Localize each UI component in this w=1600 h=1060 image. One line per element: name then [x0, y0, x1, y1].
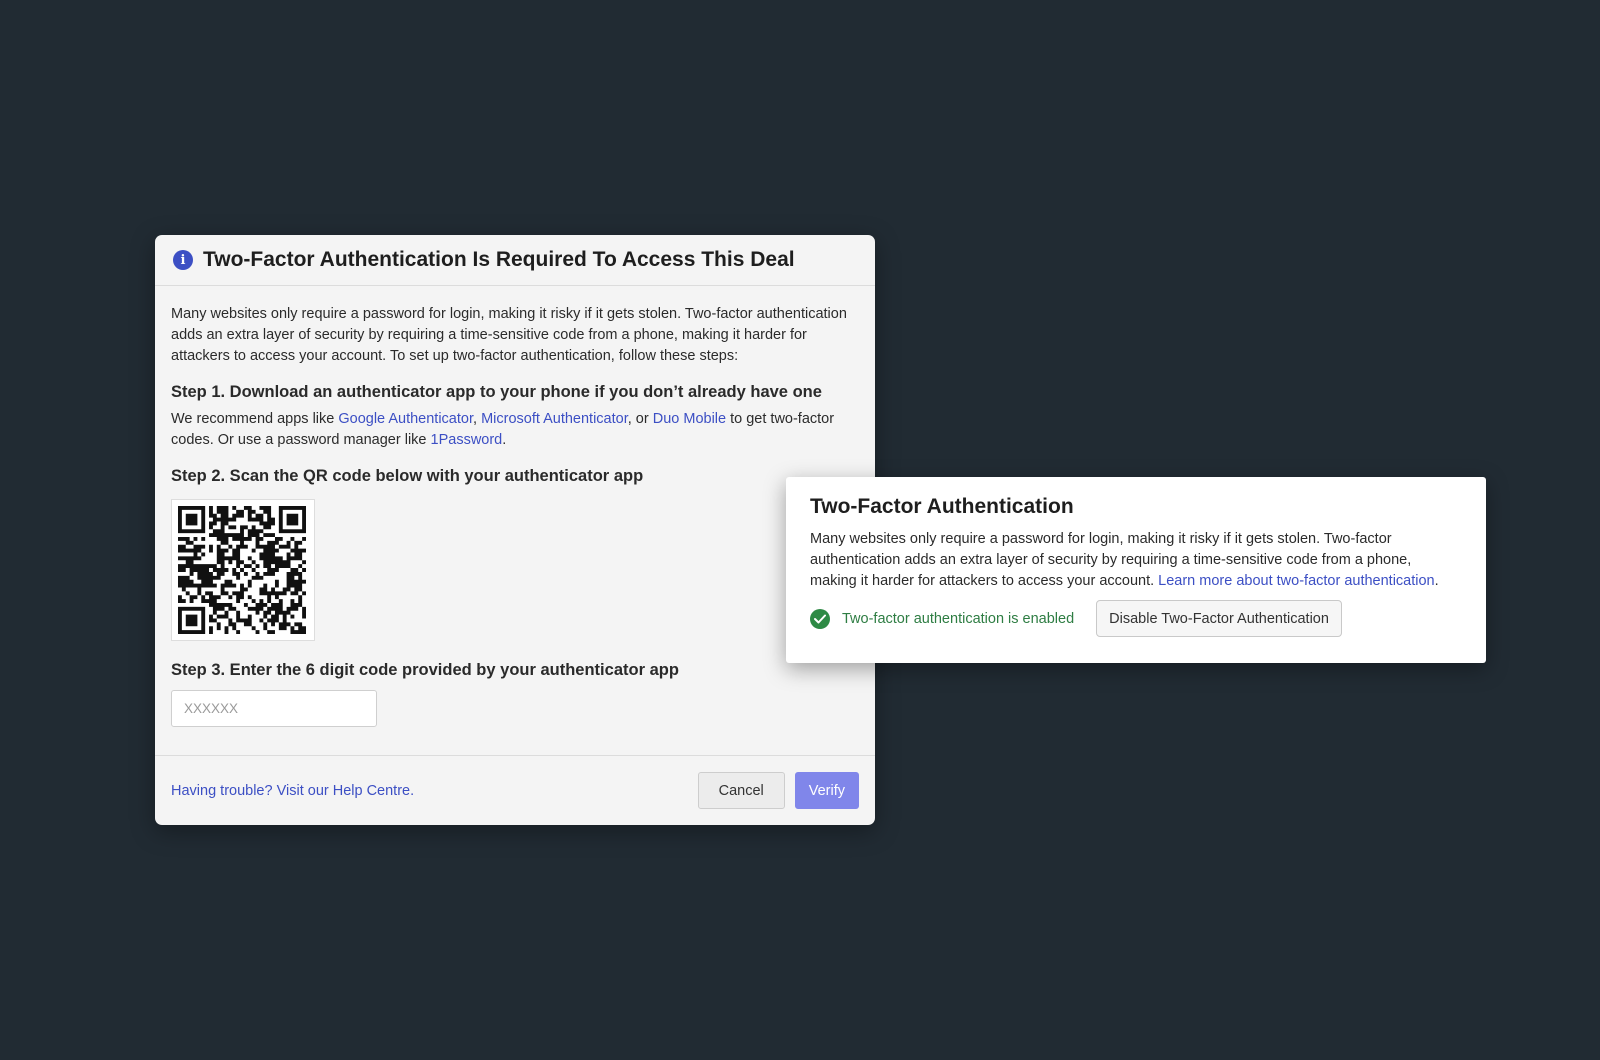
- modal-title: Two-Factor Authentication Is Required To…: [203, 248, 795, 271]
- step-1-text: We recommend apps like Google Authentica…: [171, 409, 859, 451]
- disable-two-factor-button[interactable]: Disable Two-Factor Authentication: [1096, 600, 1342, 637]
- status-text: Two-factor authentication is enabled: [842, 610, 1075, 627]
- step-2-heading: Step 2. Scan the QR code below with your…: [171, 467, 644, 485]
- microsoft-authenticator-link[interactable]: Microsoft Authenticator: [481, 411, 628, 427]
- two-factor-required-modal: i Two-Factor Authentication Is Required …: [155, 235, 875, 825]
- qr-code-icon: [178, 506, 306, 634]
- step-1-text-end: .: [502, 432, 507, 448]
- step-1-heading: Step 1. Download an authenticator app to…: [171, 383, 822, 401]
- help-centre-link[interactable]: Having trouble? Visit our Help Centre.: [171, 783, 414, 799]
- step-3: Step 3. Enter the 6 digit code provided …: [171, 659, 859, 727]
- status-row: Two-factor authentication is enabled Dis…: [810, 600, 1462, 637]
- step-1-sep-1: ,: [473, 411, 482, 427]
- step-1: Step 1. Download an authenticator app to…: [171, 381, 859, 451]
- step-3-heading: Step 3. Enter the 6 digit code provided …: [171, 661, 679, 679]
- verification-code-input[interactable]: [171, 690, 377, 727]
- two-factor-settings-card: Two-Factor Authentication Many websites …: [786, 477, 1486, 663]
- info-icon: i: [173, 250, 193, 270]
- step-1-text-prefix: We recommend apps like: [171, 411, 339, 427]
- google-authenticator-link[interactable]: Google Authenticator: [338, 411, 473, 427]
- card-description: Many websites only require a password fo…: [810, 529, 1462, 592]
- modal-intro: Many websites only require a password fo…: [171, 306, 847, 364]
- card-text-end: .: [1434, 573, 1439, 589]
- check-circle-icon: [810, 608, 830, 629]
- modal-header: i Two-Factor Authentication Is Required …: [155, 235, 875, 286]
- step-2: Step 2. Scan the QR code below with your…: [171, 465, 859, 641]
- footer-buttons: Cancel Verify: [697, 772, 859, 809]
- step-1-sep-2: , or: [627, 411, 653, 427]
- duo-mobile-link[interactable]: Duo Mobile: [653, 411, 726, 427]
- qr-code: [171, 499, 315, 641]
- modal-body: Many websites only require a password fo…: [155, 286, 875, 727]
- verify-button[interactable]: Verify: [794, 772, 859, 809]
- 1password-link[interactable]: 1Password: [431, 432, 503, 448]
- learn-more-link[interactable]: Learn more about two-factor authenticati…: [1158, 573, 1434, 589]
- card-title: Two-Factor Authentication: [810, 495, 1074, 518]
- cancel-button[interactable]: Cancel: [697, 772, 785, 809]
- modal-footer: Having trouble? Visit our Help Centre. C…: [155, 755, 875, 825]
